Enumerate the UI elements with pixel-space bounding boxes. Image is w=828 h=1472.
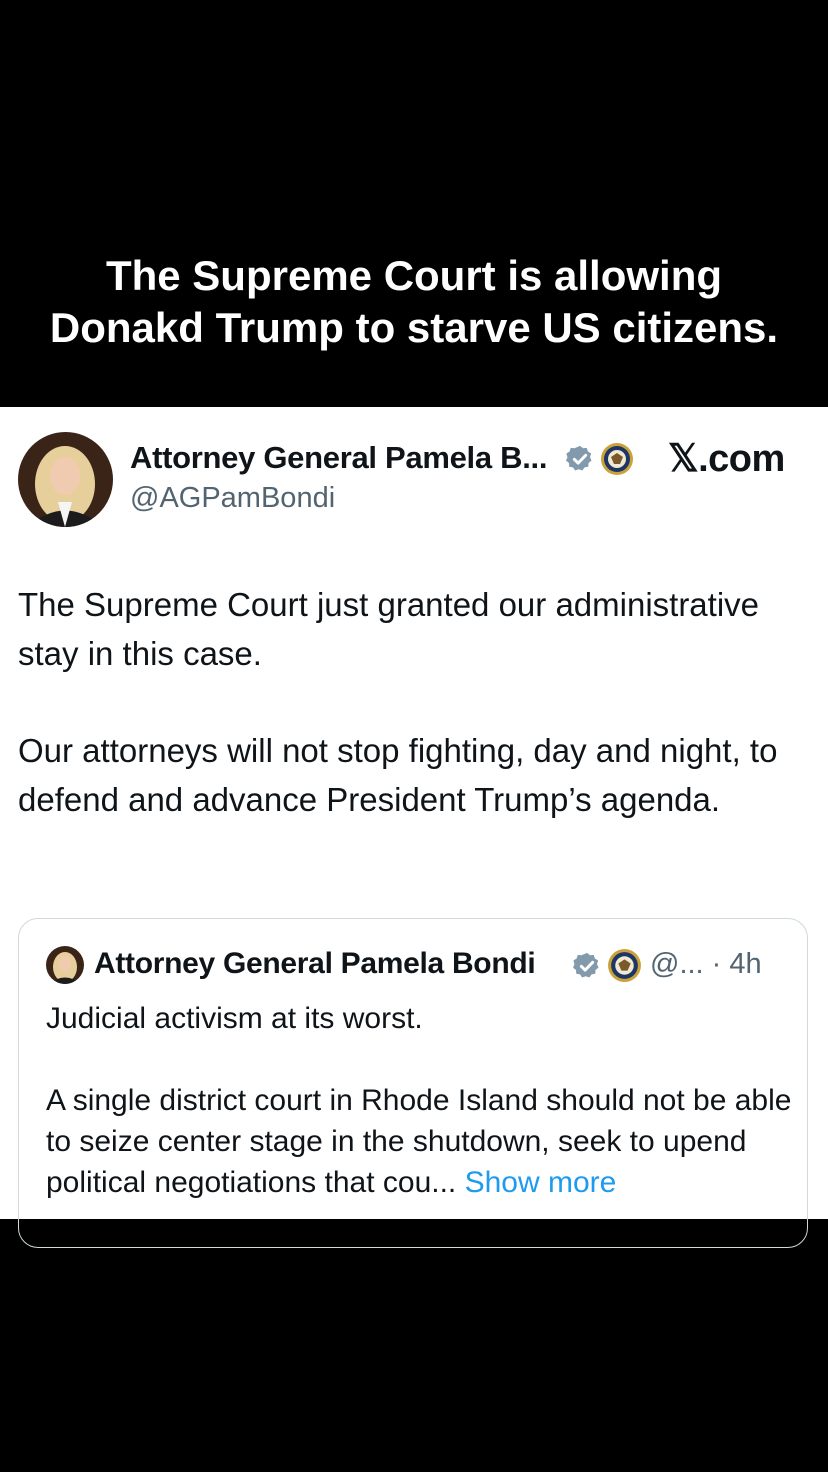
post-paragraph-1: The Supreme Court just granted our admin… bbox=[18, 586, 760, 672]
x-logo-watermark: 𝕏.com bbox=[668, 438, 785, 480]
post-text: The Supreme Court just granted our admin… bbox=[18, 580, 808, 824]
caption-line-2: Donakd Trump to starve US citizens. bbox=[49, 304, 779, 351]
quoted-author-avatar[interactable] bbox=[46, 946, 84, 984]
show-more-link[interactable]: Show more bbox=[465, 1166, 617, 1199]
author-handle[interactable]: @AGPamBondi bbox=[130, 482, 335, 515]
author-avatar[interactable] bbox=[18, 432, 113, 527]
quoted-paragraph-1: Judicial activism at its worst. bbox=[46, 1002, 423, 1035]
post-paragraph-2: Our attorneys will not stop fighting, da… bbox=[18, 732, 778, 818]
doj-seal-icon bbox=[608, 949, 641, 982]
verified-badge-icon bbox=[573, 952, 599, 978]
quoted-post-meta: @... · 4h bbox=[650, 948, 762, 980]
video-caption: The Supreme Court is allowing Donakd Tru… bbox=[0, 250, 828, 354]
quoted-post-text: Judicial activism at its worst. A single… bbox=[46, 998, 796, 1203]
doj-seal-icon bbox=[601, 443, 633, 475]
author-name[interactable]: Attorney General Pamela B... bbox=[130, 440, 547, 476]
quoted-author-name[interactable]: Attorney General Pamela Bondi bbox=[94, 947, 536, 981]
quoted-paragraph-2-text: A single district court in Rhode Island … bbox=[46, 1084, 792, 1199]
caption-line-1: The Supreme Court is allowing bbox=[105, 252, 723, 299]
quoted-paragraph-2: A single district court in Rhode Island … bbox=[46, 1080, 796, 1203]
verified-badge-icon bbox=[566, 445, 592, 471]
